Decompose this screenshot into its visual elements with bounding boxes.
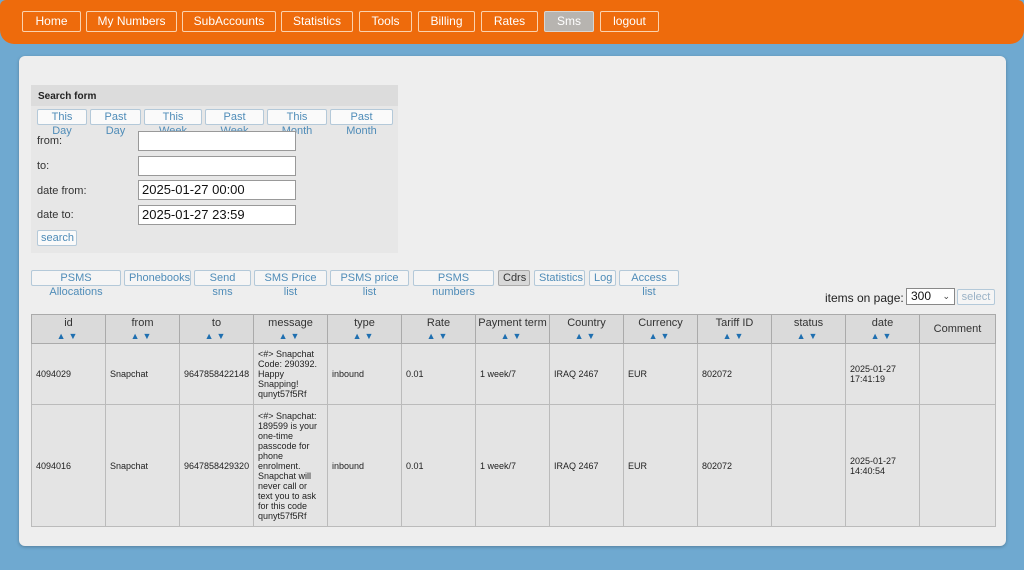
cell-date: 2025-01-27 14:40:54 [845,404,920,527]
column-header-type[interactable]: type ▲▼ [327,314,402,344]
from-label: from: [37,135,63,147]
nav-rates[interactable]: Rates [481,11,538,32]
cell-payment-term: 1 week/7 [475,404,550,527]
subnav-cdrs[interactable]: Cdrs [498,270,530,286]
sort-arrows-icon[interactable]: ▲▼ [256,330,325,342]
nav-sms[interactable]: Sms [544,11,594,32]
cdrs-table: id ▲▼ from ▲▼ to ▲▼ message ▲▼ type ▲▼ Rate ▲▼… [31,314,996,527]
range-this-week-button[interactable]: This Week [144,109,202,137]
nav-subaccounts[interactable]: SubAccounts [182,11,276,32]
date-from-label: date from: [37,185,87,197]
table-row: 4094029 Snapchat 9647858422148 <#> Snapc… [31,343,996,405]
search-form-title: Search form [31,85,398,106]
from-input[interactable] [138,131,296,151]
search-form: Search form This Day Past Day This Week … [31,85,398,253]
column-header-payment-term[interactable]: Payment term ▲▼ [475,314,550,344]
column-header-date[interactable]: date ▲▼ [845,314,920,344]
sort-arrows-icon[interactable]: ▲▼ [108,330,177,342]
column-header-to[interactable]: to ▲▼ [179,314,254,344]
date-from-input[interactable]: 2025-01-27 00:00 [138,180,296,200]
nav-my-numbers[interactable]: My Numbers [86,11,177,32]
column-header-message[interactable]: message ▲▼ [253,314,328,344]
cell-date: 2025-01-27 17:41:19 [845,343,920,405]
top-navigation-bar: Home My Numbers SubAccounts Statistics T… [0,0,1024,44]
cell-from: Snapchat [105,343,180,405]
column-header-status[interactable]: status ▲▼ [771,314,846,344]
nav-tools[interactable]: Tools [359,11,412,32]
range-past-month-button[interactable]: Past Month [330,109,393,137]
subnav-psms-allocations[interactable]: PSMS Allocations [31,270,121,298]
nav-billing[interactable]: Billing [418,11,475,32]
cell-message: <#> Snapchat: 189599 is your one-time pa… [253,404,328,527]
nav-logout[interactable]: logout [600,11,659,32]
sort-arrows-icon[interactable]: ▲▼ [774,330,843,342]
cell-message: <#> Snapchat Code: 290392. Happy Snappin… [253,343,328,405]
date-to-input[interactable]: 2025-01-27 23:59 [138,205,296,225]
nav-home[interactable]: Home [22,11,81,32]
cell-comment [919,343,996,405]
cell-country: IRAQ 2467 [549,343,624,405]
subnav-sms-price-list[interactable]: SMS Price list [254,270,327,298]
cell-comment [919,404,996,527]
sort-arrows-icon[interactable]: ▲▼ [848,330,917,342]
chevron-down-icon: ⌄ [942,291,950,301]
items-on-page-select-button[interactable]: select [957,289,995,305]
cell-status [771,343,846,405]
cell-payment-term: 1 week/7 [475,343,550,405]
sort-arrows-icon[interactable]: ▲▼ [404,330,473,342]
column-header-comment: Comment [919,314,996,344]
cell-rate: 0.01 [401,343,476,405]
cell-currency: EUR [623,343,698,405]
sort-arrows-icon[interactable]: ▲▼ [330,330,399,342]
range-this-day-button[interactable]: This Day [37,109,87,137]
cell-rate: 0.01 [401,404,476,527]
column-header-from[interactable]: from ▲▼ [105,314,180,344]
items-on-page-label: items on page: [825,291,904,305]
subnav-psms-numbers[interactable]: PSMS numbers [413,270,494,298]
sort-arrows-icon[interactable]: ▲▼ [182,330,251,342]
subnav-send-sms[interactable]: Send sms [194,270,251,298]
items-on-page-select[interactable]: 300 ⌄ [906,288,955,305]
sort-arrows-icon[interactable]: ▲▼ [478,330,547,342]
cell-tariff-id: 802072 [697,404,772,527]
range-this-month-button[interactable]: This Month [267,109,327,137]
column-header-tariff-id[interactable]: Tariff ID ▲▼ [697,314,772,344]
column-header-id[interactable]: id ▲▼ [31,314,106,344]
range-past-week-button[interactable]: Past Week [205,109,264,137]
subnav-statistics[interactable]: Statistics [534,270,585,286]
cell-to: 9647858422148 [179,343,254,405]
cell-status [771,404,846,527]
sort-arrows-icon[interactable]: ▲▼ [34,330,103,342]
table-header-row: id ▲▼ from ▲▼ to ▲▼ message ▲▼ type ▲▼ Rate ▲▼… [31,314,996,344]
cell-currency: EUR [623,404,698,527]
subnav-psms-price-list[interactable]: PSMS price list [330,270,409,298]
subnav-access-list[interactable]: Access list [619,270,679,298]
cell-type: inbound [327,404,402,527]
column-header-currency[interactable]: Currency ▲▼ [623,314,698,344]
cell-id: 4094029 [31,343,106,405]
sort-arrows-icon[interactable]: ▲▼ [552,330,621,342]
date-to-label: date to: [37,209,74,221]
subnav-phonebooks[interactable]: Phonebooks [124,270,191,286]
items-on-page-value: 300 [911,289,932,303]
cell-tariff-id: 802072 [697,343,772,405]
cell-to: 9647858429320 [179,404,254,527]
cell-country: IRAQ 2467 [549,404,624,527]
column-header-country[interactable]: Country ▲▼ [549,314,624,344]
cell-type: inbound [327,343,402,405]
column-header-rate[interactable]: Rate ▲▼ [401,314,476,344]
sort-arrows-icon[interactable]: ▲▼ [700,330,769,342]
sort-arrows-icon[interactable]: ▲▼ [626,330,695,342]
to-label: to: [37,160,50,172]
range-past-day-button[interactable]: Past Day [90,109,141,137]
search-button[interactable]: search [37,230,77,246]
content-panel: Search form This Day Past Day This Week … [19,56,1006,546]
cell-from: Snapchat [105,404,180,527]
to-input[interactable] [138,156,296,176]
cell-id: 4094016 [31,404,106,527]
subnav-log[interactable]: Log [589,270,616,286]
table-row: 4094016 Snapchat 9647858429320 <#> Snapc… [31,404,996,527]
nav-statistics[interactable]: Statistics [281,11,353,32]
